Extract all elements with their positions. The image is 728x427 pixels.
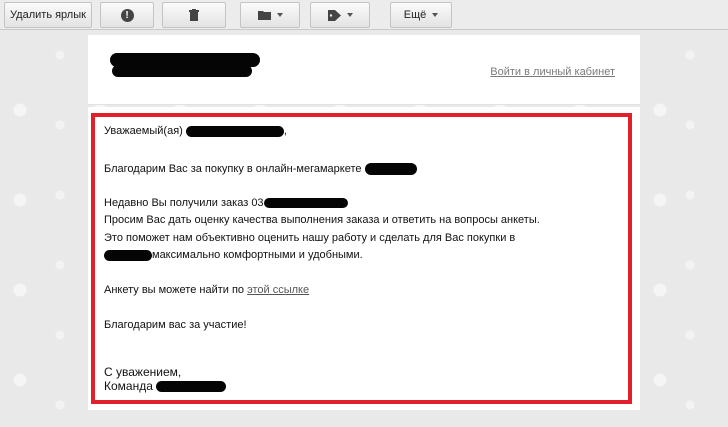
team-line: Команда xyxy=(104,379,227,393)
trash-icon xyxy=(189,9,199,21)
account-login-link[interactable]: Войти в личный кабинет xyxy=(490,66,615,78)
toolbar: Удалить ярлык ! Ещё xyxy=(0,0,728,30)
greeting-text: Уважаемый(ая) xyxy=(104,125,183,137)
thanks-purchase-text: Благодарим Вас за покупку в онлайн-мегам… xyxy=(104,163,362,175)
redacted-order-number xyxy=(263,198,348,209)
chevron-down-icon xyxy=(276,13,283,17)
help-line-2-text: максимально комфортными и удобными. xyxy=(152,249,363,261)
more-button-label: Ещё xyxy=(403,9,427,21)
move-to-folder-button[interactable] xyxy=(240,2,300,28)
order-line: Недавно Вы получили заказ 03 xyxy=(104,197,348,209)
team-text: Команда xyxy=(104,379,153,393)
delete-label-button[interactable]: Удалить ярлык xyxy=(4,2,92,28)
thanks-purchase-line: Благодарим Вас за покупку в онлайн-мегам… xyxy=(104,163,417,176)
order-text: Недавно Вы получили заказ xyxy=(104,197,249,209)
thanks-participation-line: Благодарим вас за участие! xyxy=(104,319,247,331)
email-header: Войти в личный кабинет xyxy=(88,35,640,105)
redacted-team-name xyxy=(156,381,227,393)
spam-button[interactable]: ! xyxy=(100,2,154,28)
greeting-line: Уважаемый(ая) , xyxy=(104,125,287,137)
tag-icon xyxy=(327,9,341,21)
more-button[interactable]: Ещё xyxy=(390,2,452,28)
survey-prefix: Анкету вы можете найти по xyxy=(104,284,245,296)
delete-button[interactable] xyxy=(162,2,226,28)
greeting-comma: , xyxy=(283,125,287,137)
survey-link[interactable]: этой ссылке xyxy=(247,284,309,296)
help-line-1: Это поможет нам объективно оценить нашу … xyxy=(104,232,516,244)
exclamation-icon: ! xyxy=(120,8,134,22)
redacted-shop-name xyxy=(364,163,417,176)
chevron-down-icon xyxy=(346,13,353,17)
redacted-shop-name-2 xyxy=(104,249,152,261)
order-number-visible: 03 xyxy=(251,197,264,209)
redacted-logo-subtitle xyxy=(112,65,252,77)
regards-line: С уважением, xyxy=(104,365,182,379)
survey-line: Анкету вы можете найти по этой ссылке xyxy=(104,284,309,296)
chevron-down-icon xyxy=(432,13,439,17)
labels-button[interactable] xyxy=(310,2,370,28)
help-line-2: максимально комфортными и удобными. xyxy=(104,249,363,261)
redacted-name xyxy=(185,125,284,137)
folder-icon xyxy=(257,11,271,20)
delete-label-text: Удалить ярлык xyxy=(10,9,86,21)
rate-request-line: Просим Вас дать оценку качества выполнен… xyxy=(104,214,540,226)
